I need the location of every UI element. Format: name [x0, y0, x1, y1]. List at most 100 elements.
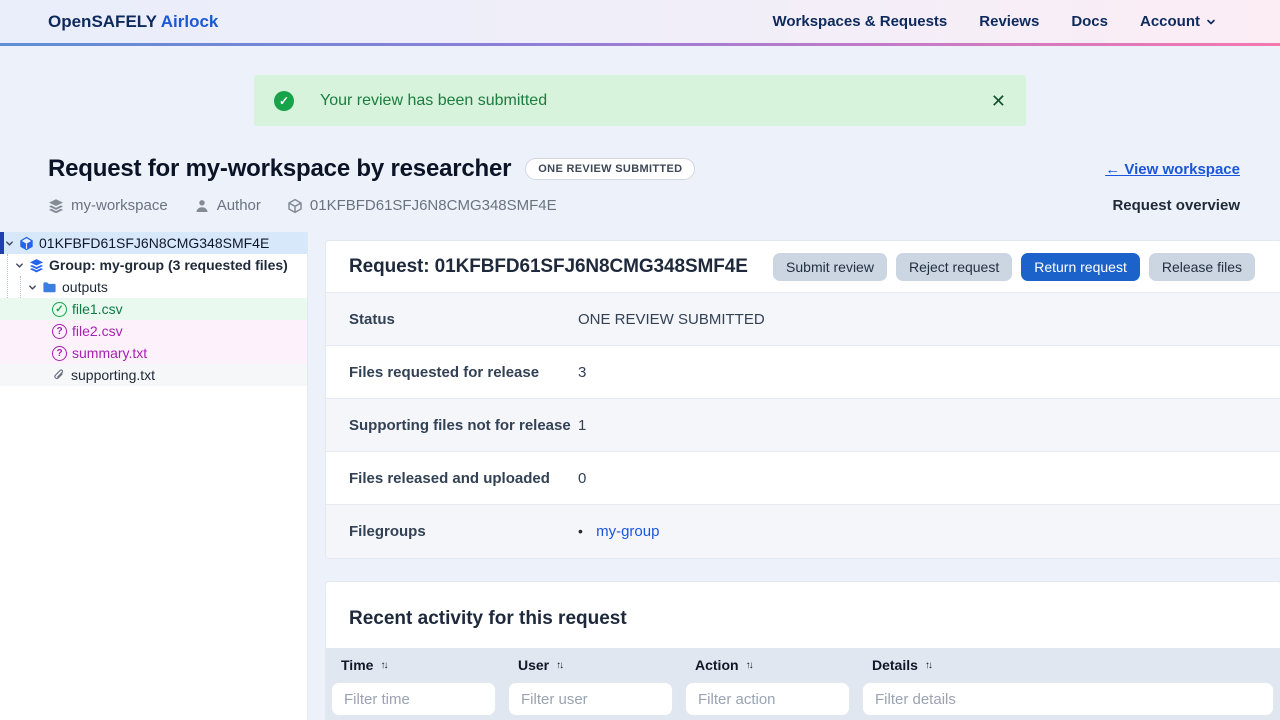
reject-request-button[interactable]: Reject request	[895, 252, 1013, 281]
nav-link-reviews[interactable]: Reviews	[979, 13, 1039, 30]
chevron-down-icon	[1207, 19, 1215, 24]
tree-item-request-root[interactable]: 01KFBFD61SFJ6N8CMG348SMF4E	[0, 232, 307, 254]
tree-item-outputs-folder[interactable]: outputs	[0, 276, 307, 298]
detail-row-filegroups: Filegroups • my-group	[326, 505, 1280, 558]
tree-item-summary[interactable]: ? summary.txt	[0, 342, 307, 364]
workspace-meta: my-workspace	[48, 197, 168, 214]
chevron-down-icon	[6, 240, 13, 246]
brand-secondary: Airlock	[160, 11, 219, 31]
detail-value: ONE REVIEW SUBMITTED	[578, 310, 765, 328]
author-name: Author	[216, 197, 261, 214]
activity-filter-row	[326, 682, 1280, 716]
column-label: Details	[872, 657, 918, 673]
nav-link-label: Account	[1140, 13, 1200, 30]
brand-primary: OpenSAFELY	[48, 11, 157, 31]
app-logo[interactable]: OpenSAFELY Airlock	[48, 12, 218, 32]
detail-value: 1	[578, 416, 587, 434]
tree-item-label: file1.csv	[72, 301, 123, 317]
detail-label: Supporting files not for release	[349, 416, 571, 434]
tree-item-label: 01KFBFD61SFJ6N8CMG348SMF4E	[39, 235, 270, 251]
tree-item-group[interactable]: Group: my-group (3 requested files)	[0, 254, 307, 276]
file-tree-sidebar: 01KFBFD61SFJ6N8CMG348SMF4E Group: my-gro…	[0, 232, 308, 720]
activity-column-headers: Time ↑↓ User ↑↓ Action ↑↓ Details ↑↓	[326, 648, 1280, 682]
folder-icon	[42, 280, 57, 295]
nav-link-workspaces[interactable]: Workspaces & Requests	[772, 13, 947, 30]
return-request-button[interactable]: Return request	[1021, 252, 1140, 281]
filter-time-input[interactable]	[331, 682, 496, 716]
column-header-time[interactable]: Time ↑↓	[326, 657, 503, 673]
detail-value: 3	[578, 363, 587, 381]
tree-item-label: supporting.txt	[71, 367, 156, 383]
page-title: Request for my-workspace by researcher	[48, 155, 512, 182]
navbar-gradient-border	[0, 43, 1280, 46]
list-bullet: •	[578, 523, 583, 539]
filter-action-input[interactable]	[685, 682, 850, 716]
user-icon	[196, 199, 208, 212]
question-circle-icon: ?	[52, 323, 67, 339]
tree-item-file1[interactable]: ✓ file1.csv	[0, 298, 307, 320]
nav-link-docs[interactable]: Docs	[1071, 13, 1108, 30]
view-workspace-link[interactable]: ← View workspace	[1105, 161, 1240, 178]
request-overview-label: Request overview	[1112, 197, 1240, 214]
filegroup-link[interactable]: my-group	[596, 523, 659, 540]
activity-table-head: Time ↑↓ User ↑↓ Action ↑↓ Details ↑↓	[326, 648, 1280, 720]
chevron-down-icon	[29, 284, 36, 290]
column-header-user[interactable]: User ↑↓	[503, 657, 680, 673]
submit-review-button[interactable]: Submit review	[773, 252, 887, 281]
request-overview-card: Request: 01KFBFD61SFJ6N8CMG348SMF4E Subm…	[325, 240, 1280, 559]
paperclip-icon	[52, 368, 66, 383]
filegroups-list: • my-group	[578, 523, 659, 540]
tree-item-label: summary.txt	[72, 345, 148, 361]
filter-details-input[interactable]	[862, 682, 1274, 716]
success-notification: ✓ Your review has been submitted ✕	[254, 75, 1026, 126]
detail-row-supporting-files: Supporting files not for release 1	[326, 399, 1280, 452]
check-circle-icon: ✓	[52, 301, 67, 317]
nav-link-label: Docs	[1071, 13, 1108, 30]
request-meta: my-workspace Author 01KFBFD61SFJ6N8CMG34…	[48, 197, 1240, 214]
column-label: User	[518, 657, 550, 673]
column-header-action[interactable]: Action ↑↓	[680, 657, 857, 673]
page-header: Request for my-workspace by researcher O…	[48, 155, 1240, 183]
nav-link-account[interactable]: Account	[1140, 13, 1216, 30]
column-label: Time	[341, 657, 374, 673]
tree-item-label: Group: my-group (3 requested files)	[49, 257, 288, 273]
chevron-down-icon	[16, 262, 23, 268]
sort-icon: ↑↓	[745, 659, 754, 671]
nav-link-label: Reviews	[979, 13, 1040, 30]
main-content: Request: 01KFBFD61SFJ6N8CMG348SMF4E Subm…	[325, 240, 1280, 720]
cube-icon	[288, 198, 302, 213]
release-files-button[interactable]: Release files	[1148, 252, 1255, 281]
request-actions: Submit review Reject request Return requ…	[773, 252, 1255, 281]
sort-icon: ↑↓	[924, 659, 933, 671]
top-navbar: OpenSAFELY Airlock Workspaces & Requests…	[0, 0, 1280, 43]
tree-item-label: file2.csv	[72, 323, 123, 339]
detail-label: Status	[349, 310, 395, 328]
workspace-name: my-workspace	[71, 197, 168, 214]
detail-label: Files requested for release	[349, 363, 540, 381]
column-header-details[interactable]: Details ↑↓	[857, 657, 1280, 673]
detail-label: Filegroups	[349, 523, 426, 540]
sort-icon: ↑↓	[380, 659, 388, 671]
sort-icon: ↑↓	[556, 659, 564, 671]
detail-label: Files released and uploaded	[349, 469, 550, 487]
request-id-meta: 01KFBFD61SFJ6N8CMG348SMF4E	[287, 197, 557, 214]
layers-icon	[49, 198, 63, 213]
filter-user-input[interactable]	[508, 682, 673, 716]
detail-row-status: Status ONE REVIEW SUBMITTED	[326, 293, 1280, 346]
detail-row-files-requested: Files requested for release 3	[326, 346, 1280, 399]
layers-icon	[29, 258, 44, 273]
activity-title: Recent activity for this request	[349, 608, 627, 629]
request-card-title: Request: 01KFBFD61SFJ6N8CMG348SMF4E	[349, 255, 748, 277]
nav-links: Workspaces & Requests Reviews Docs Accou…	[772, 13, 1216, 30]
check-circle-icon: ✓	[274, 90, 294, 111]
detail-row-files-released: Files released and uploaded 0	[326, 452, 1280, 505]
author-meta: Author	[194, 197, 261, 214]
column-label: Action	[695, 657, 739, 673]
tree-item-supporting[interactable]: supporting.txt	[0, 364, 307, 386]
tree-item-file2[interactable]: ? file2.csv	[0, 320, 307, 342]
request-card-header: Request: 01KFBFD61SFJ6N8CMG348SMF4E Subm…	[326, 241, 1280, 293]
close-icon[interactable]: ✕	[991, 92, 1006, 110]
question-circle-icon: ?	[52, 345, 67, 361]
request-id: 01KFBFD61SFJ6N8CMG348SMF4E	[309, 197, 557, 214]
detail-value: 0	[578, 469, 587, 487]
